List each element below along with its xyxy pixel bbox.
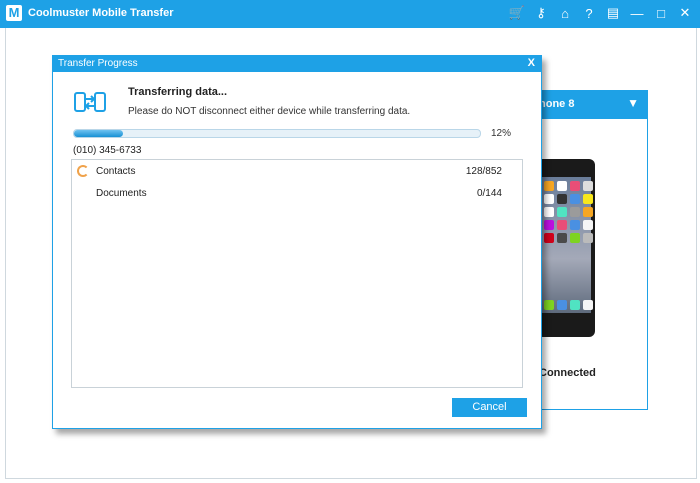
app-icon [557,207,567,217]
item-name: Contacts [96,166,136,177]
phone-screen [541,177,593,313]
progress-percent: 12% [491,128,512,139]
dialog-close-button[interactable]: X [528,57,535,69]
help-icon[interactable]: ? [580,4,598,22]
app-icon [557,220,567,230]
loading-spinner-icon [77,165,89,177]
app-icon [557,194,567,204]
title-bar: M Coolmuster Mobile Transfer 🛒 ⚷ ⌂ ? ▤ —… [0,0,700,28]
device-status: Connected [539,367,596,379]
app-icon [570,233,580,243]
transfer-heading: Transferring data... [128,86,228,98]
progress-bar [73,129,481,138]
maximize-icon[interactable]: □ [652,4,670,22]
close-icon[interactable]: ✕ [676,4,694,22]
progress-fill [74,130,123,137]
titlebar-icons: 🛒 ⚷ ⌂ ? ▤ — □ ✕ [508,4,694,22]
app-icon [583,207,593,217]
app-title: Coolmuster Mobile Transfer [28,7,174,19]
item-count: 128/852 [465,166,502,177]
app-icon [557,300,567,310]
cart-icon[interactable]: 🛒 [508,4,526,22]
cancel-button[interactable]: Cancel [452,398,527,417]
transfer-list: Contacts 128/852 Documents 0/144 [71,159,523,388]
app-icon [557,181,567,191]
app-icon [570,207,580,217]
device-selector[interactable]: hone 8 ▼ [531,91,647,119]
phone-apps [544,181,593,243]
app-icon [583,194,593,204]
app-icon [583,233,593,243]
transfer-progress-dialog: Transfer Progress X Transferring data...… [52,55,542,429]
phone-number: (010) 345-6733 [73,145,142,156]
dialog-title-bar: Transfer Progress X [53,56,541,72]
key-icon[interactable]: ⚷ [532,4,550,22]
app-icon [570,194,580,204]
app-icon [583,300,593,310]
phone-dock [544,300,593,310]
app-icon [583,181,593,191]
app-logo-icon: M [6,5,22,21]
app-icon [570,300,580,310]
list-item: Documents 0/144 [72,184,522,204]
app-window: M Coolmuster Mobile Transfer 🛒 ⚷ ⌂ ? ▤ —… [0,0,700,483]
list-item: Contacts 128/852 [72,162,522,182]
app-icon [583,220,593,230]
transfer-warning: Please do NOT disconnect either device w… [128,106,411,117]
chevron-down-icon[interactable]: ▼ [627,96,639,110]
app-icon [570,220,580,230]
home-icon[interactable]: ⌂ [556,4,574,22]
minimize-icon[interactable]: — [628,4,646,22]
transfer-icon [74,92,106,112]
item-name: Documents [96,188,147,199]
app-icon [570,181,580,191]
device-panel: hone 8 ▼ Connected [530,90,648,410]
feedback-icon[interactable]: ▤ [604,4,622,22]
dialog-title: Transfer Progress [58,58,138,69]
item-count: 0/144 [476,188,502,199]
app-icon [557,233,567,243]
